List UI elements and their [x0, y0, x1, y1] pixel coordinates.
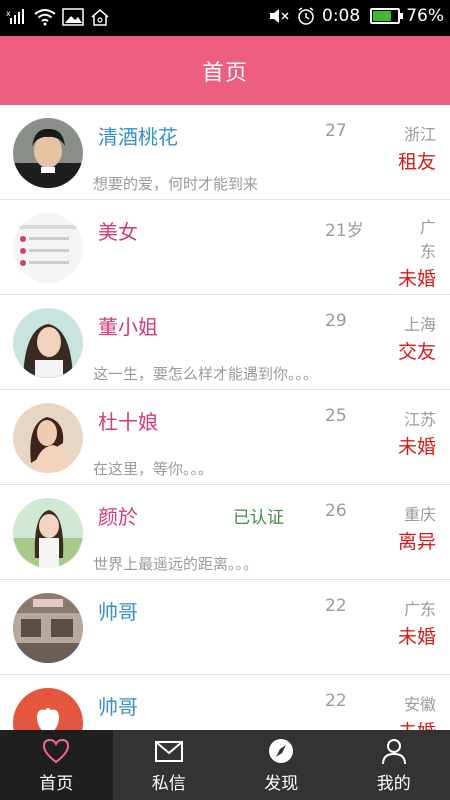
- avatar[interactable]: [13, 403, 83, 473]
- battery-level: [373, 11, 392, 21]
- wifi-icon: [34, 9, 56, 26]
- user-age: 25: [325, 406, 347, 426]
- user-name[interactable]: 帅哥: [98, 691, 138, 720]
- nav-discover[interactable]: 发现: [225, 730, 338, 800]
- clock-time: 0:08: [322, 6, 361, 26]
- user-status: 未婚: [397, 436, 436, 458]
- user-status: 未婚: [398, 717, 436, 730]
- avatar[interactable]: [13, 308, 83, 378]
- mail-icon: [154, 740, 183, 762]
- user-age: 27: [325, 121, 347, 141]
- user-status: 未婚: [397, 626, 436, 648]
- user-location: 广东: [403, 600, 436, 619]
- user-name[interactable]: 帅哥: [98, 596, 138, 625]
- user-age: 29: [325, 311, 347, 331]
- user-card[interactable]: 帅哥 22 广东 未婚: [0, 580, 450, 675]
- user-motto: 在这里，等你。。。: [93, 460, 214, 478]
- user-status: 交友: [397, 341, 436, 363]
- user-card[interactable]: 帅哥 22 安徽 未婚: [0, 675, 450, 730]
- nav-profile[interactable]: 我的: [338, 730, 450, 800]
- heart-icon: [43, 738, 70, 763]
- user-motto: 这一生，要怎么样才能遇到你。。。: [93, 365, 319, 383]
- avatar[interactable]: [13, 213, 83, 283]
- svg-text:x: x: [6, 9, 11, 18]
- user-motto: 想要的爱，何时才能到来: [93, 175, 259, 193]
- user-location: 重庆: [403, 505, 436, 524]
- user-location: 广东: [419, 218, 436, 261]
- avatar[interactable]: [13, 593, 83, 663]
- user-card[interactable]: 颜於 已认证 26 重庆 离异 世界上最遥远的距离。。。: [0, 485, 450, 580]
- status-icons-right: 0:08 76%: [268, 6, 444, 26]
- user-list[interactable]: 清酒桃花 27 浙江 租友 想要的爱，何时才能到来 美女 21岁 广东 未婚 董…: [0, 105, 450, 730]
- user-age: 22: [325, 596, 347, 616]
- user-location: 江苏: [403, 410, 436, 429]
- user-status: 未婚: [397, 268, 436, 290]
- user-name[interactable]: 董小姐: [98, 311, 158, 340]
- avatar[interactable]: [13, 688, 83, 730]
- image-icon: [62, 8, 84, 26]
- user-location: 浙江: [403, 125, 436, 144]
- user-status: 租友: [397, 151, 436, 173]
- nav-home[interactable]: 首页: [0, 730, 113, 800]
- alarm-icon: [298, 7, 314, 25]
- user-age: 22: [325, 691, 347, 711]
- user-location: 安徽: [403, 695, 436, 714]
- mute-icon: [270, 9, 289, 23]
- nav-messages[interactable]: 私信: [113, 730, 226, 800]
- user-card[interactable]: 董小姐 29 上海 交友 这一生，要怎么样才能遇到你。。。: [0, 295, 450, 390]
- nav-discover-label: 发现: [264, 773, 299, 794]
- app-header: 首页: [0, 36, 450, 105]
- user-card[interactable]: 杜十娘 25 江苏 未婚 在这里，等你。。。: [0, 390, 450, 485]
- compass-icon: [269, 738, 294, 763]
- user-name[interactable]: 杜十娘: [98, 406, 158, 435]
- user-card[interactable]: 清酒桃花 27 浙江 租友 想要的爱，何时才能到来: [0, 105, 450, 200]
- battery-icon: [370, 8, 404, 24]
- user-location: 上海: [403, 315, 436, 334]
- status-bar: x 0:08 76%: [0, 0, 450, 36]
- nav-home-label: 首页: [39, 773, 74, 794]
- page-title: 首页: [201, 60, 248, 86]
- user-age: 21岁: [325, 221, 364, 241]
- home-icon: [91, 9, 109, 26]
- person-icon: [381, 738, 406, 764]
- status-icons-left: x: [6, 8, 110, 26]
- bottom-nav: 首页 私信 发现 我的: [0, 730, 450, 800]
- user-name[interactable]: 颜於: [98, 501, 138, 530]
- user-card[interactable]: 美女 21岁 广东 未婚: [0, 200, 450, 295]
- user-name[interactable]: 清酒桃花: [98, 121, 178, 150]
- verified-badge: 已认证: [233, 508, 284, 528]
- avatar[interactable]: [13, 498, 83, 568]
- user-age: 26: [325, 501, 347, 521]
- signal-icon: x: [6, 9, 24, 24]
- user-name[interactable]: 美女: [98, 216, 138, 245]
- user-motto: 世界上最遥远的距离。。。: [93, 555, 259, 573]
- avatar[interactable]: [13, 118, 83, 188]
- battery-percent: 76%: [406, 6, 444, 26]
- nav-profile-label: 我的: [376, 773, 411, 794]
- user-status: 离异: [397, 531, 436, 553]
- nav-messages-label: 私信: [151, 773, 186, 794]
